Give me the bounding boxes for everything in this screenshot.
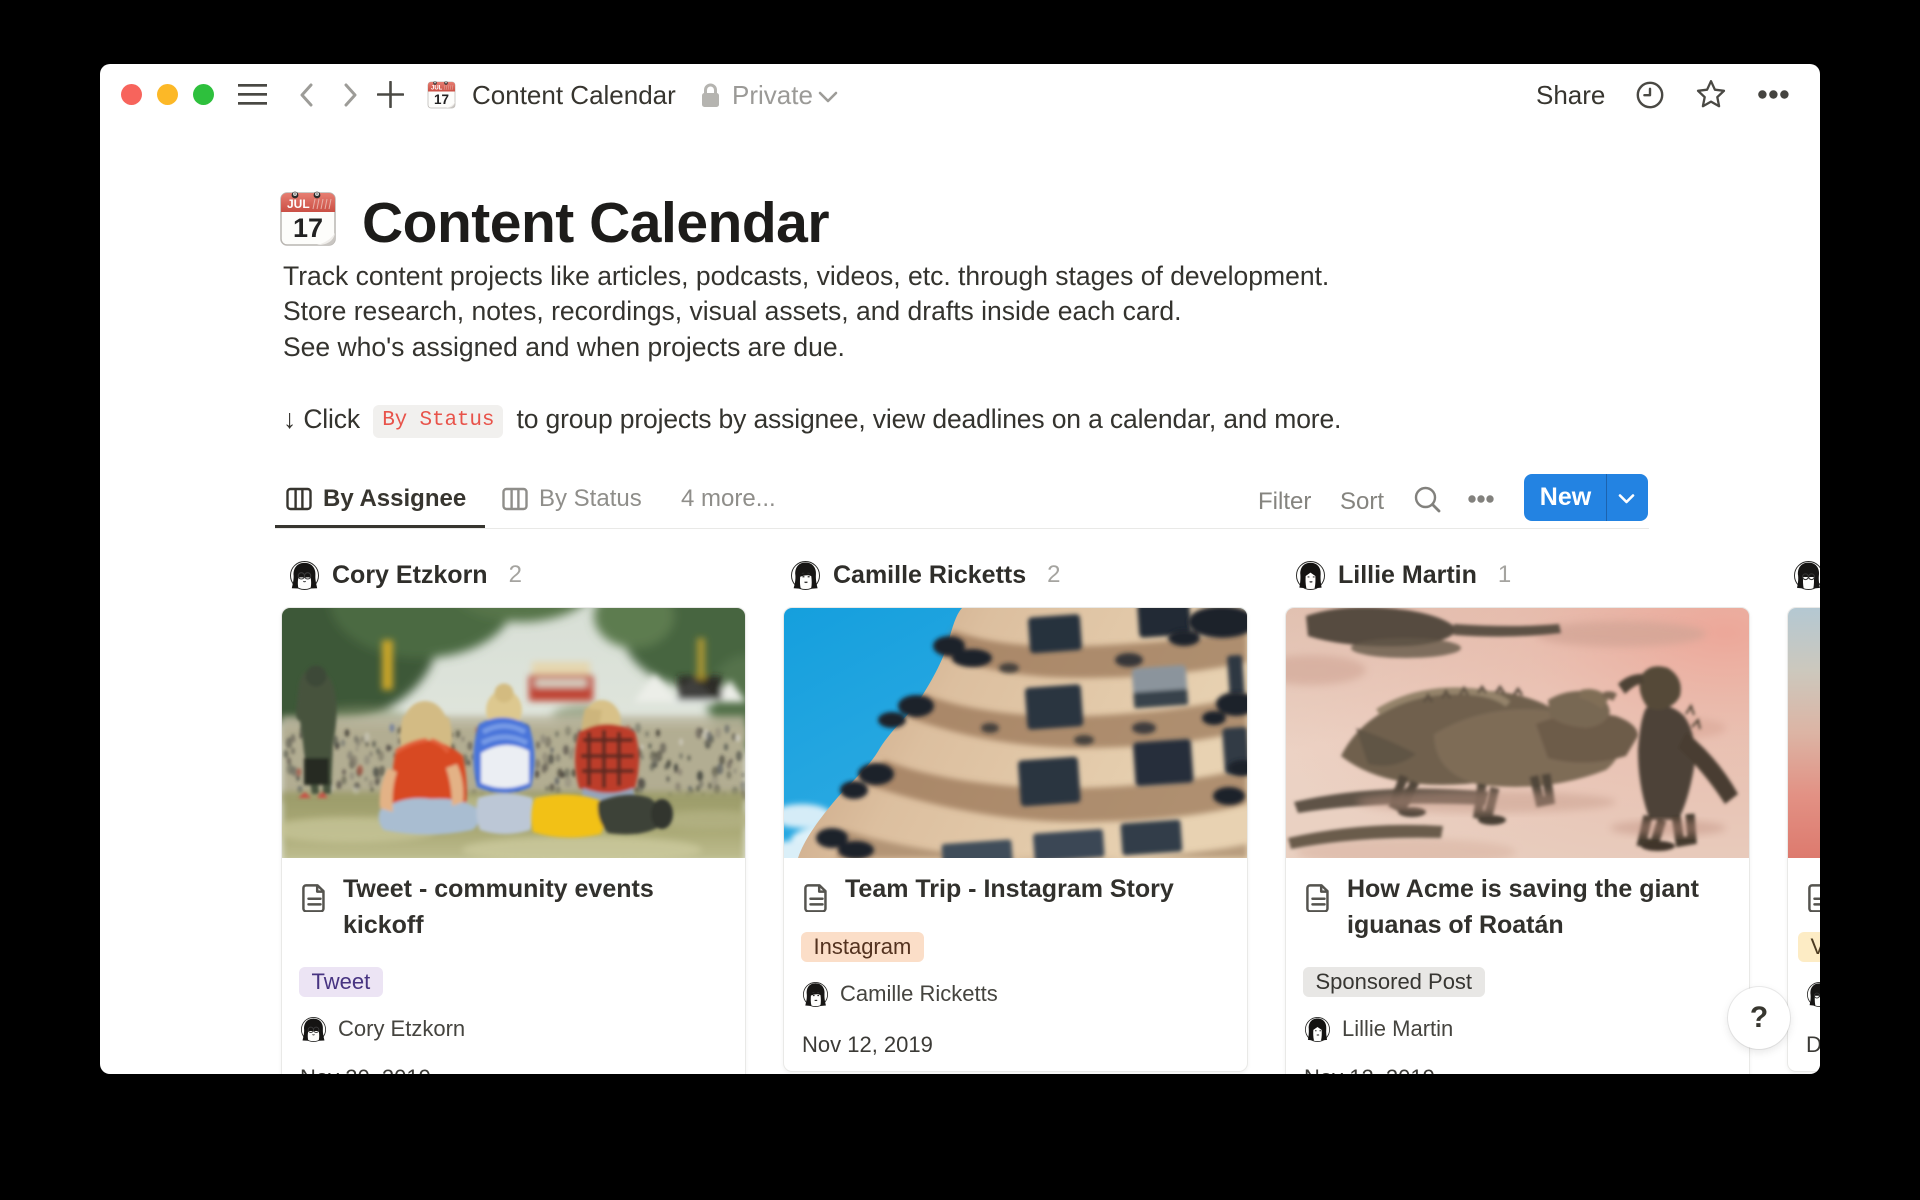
svg-text:17: 17 <box>434 92 449 107</box>
svg-text:JUL: JUL <box>287 197 310 211</box>
svg-text:17: 17 <box>293 213 323 243</box>
svg-text:JUL: JUL <box>431 86 443 92</box>
